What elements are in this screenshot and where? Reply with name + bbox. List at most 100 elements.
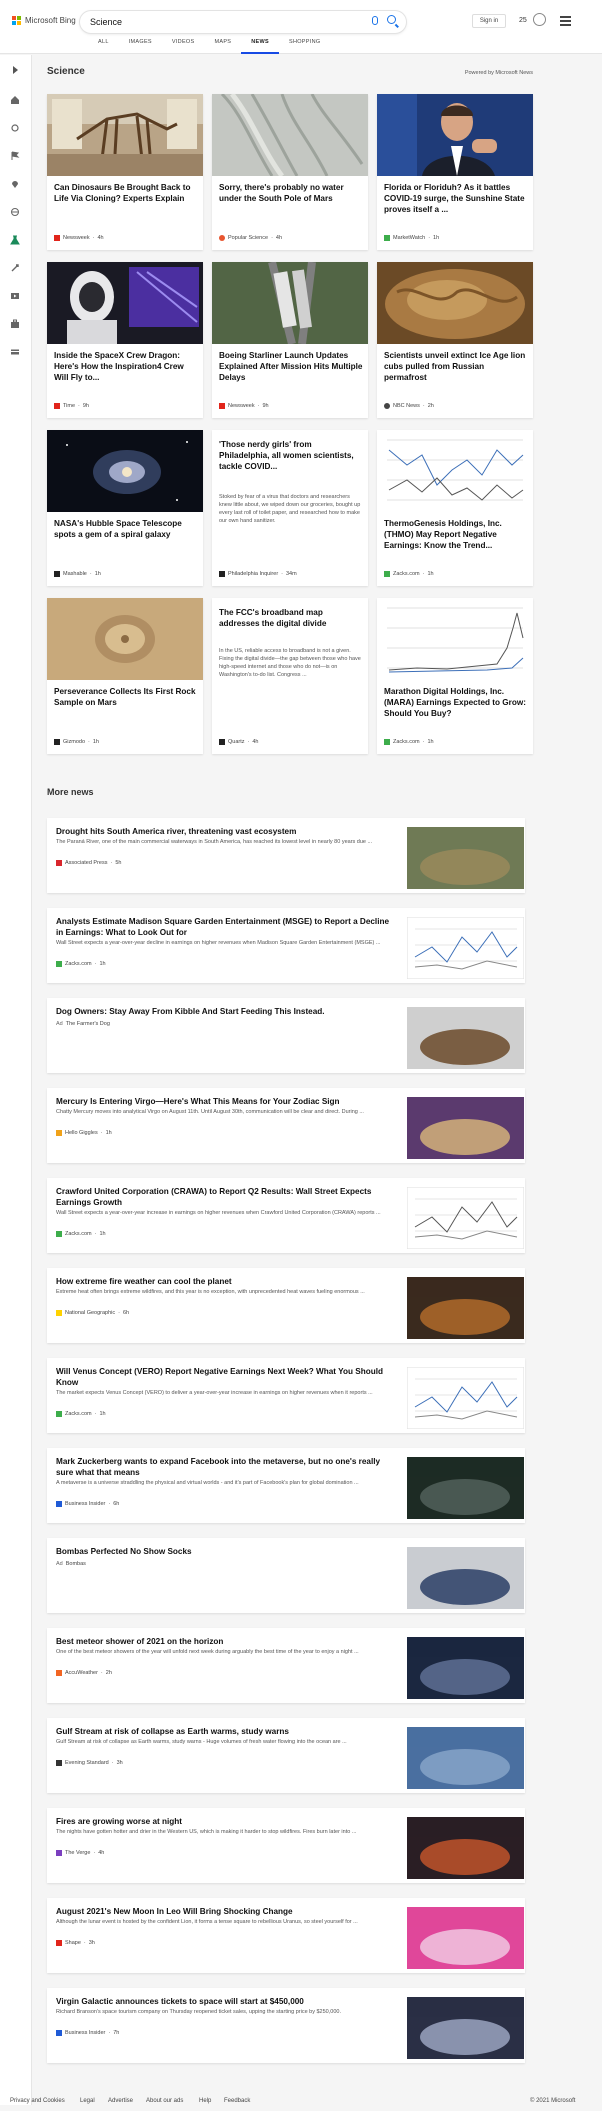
tab-news[interactable]: NEWS [241, 39, 279, 54]
news-item[interactable]: Analysts Estimate Madison Square Garden … [47, 908, 525, 983]
video-icon[interactable] [10, 291, 20, 301]
news-card[interactable]: Florida or Floriduh? As it battles COVID… [377, 94, 533, 250]
footer-link-help[interactable]: Help [199, 2098, 211, 2104]
globe-icon[interactable] [10, 207, 20, 217]
expand-arrow-icon[interactable] [10, 65, 20, 75]
news-item[interactable]: Fires are growing worse at night The nigh… [47, 1808, 525, 1883]
science-icon[interactable] [10, 235, 20, 245]
card-title[interactable]: Florida or Floriduh? As it battles COVID… [384, 182, 528, 215]
card-title[interactable]: Boeing Starliner Launch Updates Explaine… [219, 350, 363, 383]
rewards-points[interactable]: 25 [519, 17, 527, 24]
powered-by[interactable]: Powered by Microsoft News [465, 70, 533, 76]
rewards-medal-icon[interactable] [533, 13, 546, 26]
news-item[interactable]: Virgin Galactic announces tickets to spa… [47, 1988, 525, 2063]
news-thumbnail[interactable] [407, 1277, 524, 1339]
tab-all[interactable]: ALL [88, 39, 119, 54]
card-title[interactable]: ThermoGenesis Holdings, Inc. (THMO) May … [384, 518, 528, 551]
news-thumbnail[interactable] [407, 1817, 524, 1879]
news-item[interactable]: August 2021's New Moon In Leo Will Bring… [47, 1898, 525, 1973]
card-title[interactable]: Marathon Digital Holdings, Inc. (MARA) E… [384, 686, 528, 719]
footer-link-about-ads[interactable]: About our ads [146, 2098, 183, 2104]
news-title[interactable]: Mercury Is Entering Virgo—Here's What Th… [56, 1096, 392, 1107]
news-source: AccuWeather · 2h [56, 1670, 112, 1676]
news-card[interactable]: Sorry, there's probably no water under t… [212, 94, 368, 250]
footer-link-advertise[interactable]: Advertise [108, 2098, 133, 2104]
menu-icon[interactable] [560, 16, 571, 26]
search-input[interactable] [90, 15, 350, 29]
footer-link-feedback[interactable]: Feedback [224, 2098, 250, 2104]
card-icon[interactable] [10, 347, 20, 357]
news-card[interactable]: Boeing Starliner Launch Updates Explaine… [212, 262, 368, 418]
card-title[interactable]: Perseverance Collects Its First Rock Sam… [54, 686, 198, 708]
footer-link-legal[interactable]: Legal [80, 2098, 95, 2104]
news-item[interactable]: Mercury Is Entering Virgo—Here's What Th… [47, 1088, 525, 1163]
news-title[interactable]: Mark Zuckerberg wants to expand Facebook… [56, 1456, 392, 1478]
news-card[interactable]: Marathon Digital Holdings, Inc. (MARA) E… [377, 598, 533, 754]
news-item[interactable]: Mark Zuckerberg wants to expand Facebook… [47, 1448, 525, 1523]
news-card[interactable]: Inside the SpaceX Crew Dragon: Here's Ho… [47, 262, 203, 418]
footer-link-privacy[interactable]: Privacy and Cookies [10, 2098, 65, 2104]
source-name: AccuWeather [65, 1670, 98, 1676]
bing-logo[interactable]: Microsoft Bing [12, 16, 76, 25]
news-card[interactable]: ThermoGenesis Holdings, Inc. (THMO) May … [377, 430, 533, 586]
news-thumbnail[interactable] [407, 1547, 524, 1609]
news-title[interactable]: Fires are growing worse at night [56, 1816, 392, 1827]
news-item[interactable]: Gulf Stream at risk of collapse as Earth… [47, 1718, 525, 1793]
news-item[interactable]: Best meteor shower of 2021 on the horizo… [47, 1628, 525, 1703]
card-title[interactable]: Inside the SpaceX Crew Dragon: Here's Ho… [54, 350, 198, 383]
news-item[interactable]: How extreme fire weather can cool the pl… [47, 1268, 525, 1343]
news-card[interactable]: The FCC's broadband map addresses the di… [212, 598, 368, 754]
news-title[interactable]: Gulf Stream at risk of collapse as Earth… [56, 1726, 392, 1737]
news-title[interactable]: Crawford United Corporation (CRAWA) to R… [56, 1186, 392, 1208]
news-title[interactable]: Best meteor shower of 2021 on the horizo… [56, 1636, 392, 1647]
covid-icon[interactable] [10, 123, 20, 133]
home-icon[interactable] [10, 95, 20, 105]
news-title[interactable]: Analysts Estimate Madison Square Garden … [56, 916, 392, 938]
news-thumbnail[interactable] [407, 917, 524, 979]
news-thumbnail[interactable] [407, 1367, 524, 1429]
news-card[interactable]: Perseverance Collects Its First Rock Sam… [47, 598, 203, 754]
search-icon[interactable] [387, 15, 396, 24]
card-title[interactable]: NASA's Hubble Space Telescope spots a ge… [54, 518, 198, 540]
news-card[interactable]: Can Dinosaurs Be Brought Back to Life Vi… [47, 94, 203, 250]
tab-videos[interactable]: VIDEOS [162, 39, 205, 54]
card-title[interactable]: The FCC's broadband map addresses the di… [219, 607, 363, 629]
news-thumbnail[interactable] [407, 1457, 524, 1519]
sign-in-button[interactable]: Sign in [472, 14, 506, 28]
news-title[interactable]: Bombas Perfected No Show Socks [56, 1546, 392, 1557]
briefcase-icon[interactable] [10, 319, 20, 329]
sports-icon[interactable] [10, 263, 20, 273]
tab-maps[interactable]: MAPS [204, 39, 241, 54]
news-title[interactable]: Drought hits South America river, threat… [56, 826, 392, 837]
news-thumbnail[interactable] [407, 1727, 524, 1789]
news-item[interactable]: Drought hits South America river, threat… [47, 818, 525, 893]
news-thumbnail[interactable] [407, 1997, 524, 2059]
news-thumbnail[interactable] [407, 1097, 524, 1159]
flag-icon[interactable] [10, 151, 20, 161]
news-title[interactable]: Will Venus Concept (VERO) Report Negativ… [56, 1366, 392, 1388]
news-title[interactable]: August 2021's New Moon In Leo Will Bring… [56, 1906, 392, 1917]
news-title[interactable]: How extreme fire weather can cool the pl… [56, 1276, 392, 1287]
tab-shopping[interactable]: SHOPPING [279, 39, 330, 54]
location-icon[interactable] [10, 179, 20, 189]
card-title[interactable]: Can Dinosaurs Be Brought Back to Life Vi… [54, 182, 198, 204]
news-item[interactable]: Dog Owners: Stay Away From Kibble And St… [47, 998, 525, 1073]
news-thumbnail[interactable] [407, 1637, 524, 1699]
news-card[interactable]: Scientists unveil extinct Ice Age lion c… [377, 262, 533, 418]
news-item[interactable]: Crawford United Corporation (CRAWA) to R… [47, 1178, 525, 1253]
news-thumbnail[interactable] [407, 1907, 524, 1969]
news-card[interactable]: 'Those nerdy girls' from Philadelphia, a… [212, 430, 368, 586]
news-item[interactable]: Bombas Perfected No Show Socks Ad Bombas [47, 1538, 525, 1613]
news-item[interactable]: Will Venus Concept (VERO) Report Negativ… [47, 1358, 525, 1433]
news-card[interactable]: NASA's Hubble Space Telescope spots a ge… [47, 430, 203, 586]
microphone-icon[interactable] [372, 16, 378, 25]
card-title[interactable]: Scientists unveil extinct Ice Age lion c… [384, 350, 528, 383]
tab-images[interactable]: IMAGES [119, 39, 162, 54]
news-thumbnail[interactable] [407, 1187, 524, 1249]
card-title[interactable]: 'Those nerdy girls' from Philadelphia, a… [219, 439, 363, 472]
news-thumbnail[interactable] [407, 827, 524, 889]
news-thumbnail[interactable] [407, 1007, 524, 1069]
card-title[interactable]: Sorry, there's probably no water under t… [219, 182, 363, 204]
news-title[interactable]: Virgin Galactic announces tickets to spa… [56, 1996, 392, 2007]
news-title[interactable]: Dog Owners: Stay Away From Kibble And St… [56, 1006, 392, 1017]
